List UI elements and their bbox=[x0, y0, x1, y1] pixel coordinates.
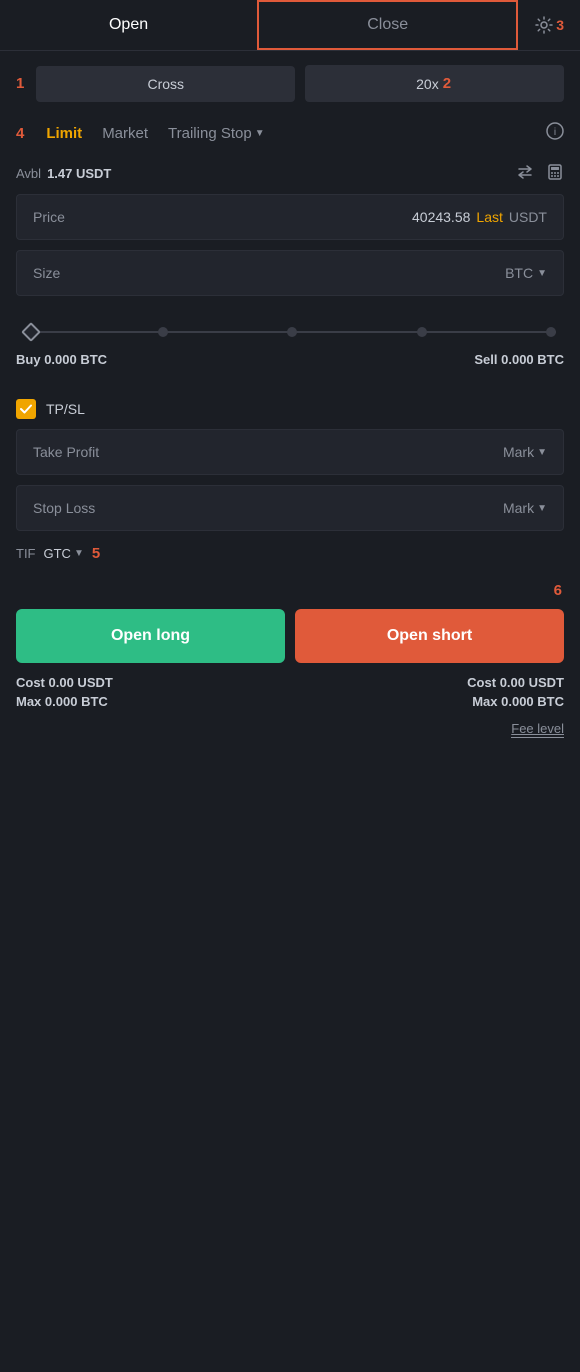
available-label: Avbl bbox=[16, 166, 41, 181]
stop-loss-chevron: ▼ bbox=[537, 503, 547, 514]
cost-short-value: 0.00 USDT bbox=[500, 675, 564, 690]
top-tabs: Open Close 3 bbox=[0, 0, 580, 51]
size-label: Size bbox=[33, 265, 60, 281]
available-value: 1.47 USDT bbox=[47, 166, 111, 181]
max-long-item: Max 0.000 BTC bbox=[16, 694, 108, 709]
cost-long-item: Cost 0.00 USDT bbox=[16, 675, 113, 690]
price-value: 40243.58 bbox=[412, 209, 470, 225]
max-row: Max 0.000 BTC Max 0.000 BTC bbox=[16, 694, 564, 709]
order-type-row: 4 Limit Market Trailing Stop ▼ i bbox=[16, 122, 564, 145]
tpsl-label: TP/SL bbox=[46, 401, 85, 417]
label-6: 6 bbox=[554, 582, 562, 599]
slider-buy-label: Buy 0.000 BTC bbox=[16, 352, 107, 367]
size-unit-chevron: ▼ bbox=[537, 268, 547, 279]
tif-value: GTC bbox=[44, 546, 71, 561]
slider-wrapper[interactable] bbox=[24, 320, 556, 344]
order-type-trailing-stop[interactable]: Trailing Stop ▼ bbox=[168, 125, 265, 142]
size-unit-value: BTC bbox=[505, 265, 533, 281]
tif-chevron: ▼ bbox=[74, 548, 84, 559]
slider-sell-label: Sell 0.000 BTC bbox=[474, 352, 564, 367]
leverage-button[interactable]: 20x 2 bbox=[305, 65, 564, 102]
cost-short-item: Cost 0.00 USDT bbox=[467, 675, 564, 690]
slider-point-50[interactable] bbox=[287, 327, 297, 337]
label-2: 2 bbox=[443, 75, 451, 92]
cost-row: Cost 0.00 USDT Cost 0.00 USDT bbox=[16, 675, 564, 690]
price-field[interactable]: Price 40243.58 Last USDT bbox=[16, 194, 564, 240]
stop-loss-label: Stop Loss bbox=[33, 500, 95, 516]
avbl-icons bbox=[516, 163, 564, 184]
max-long-value: 0.000 BTC bbox=[45, 694, 108, 709]
transfer-icon[interactable] bbox=[516, 163, 534, 184]
tif-row: TIF GTC ▼ 5 bbox=[16, 545, 564, 562]
open-short-button[interactable]: Open short bbox=[295, 609, 564, 663]
cost-long-value: 0.00 USDT bbox=[49, 675, 113, 690]
svg-text:i: i bbox=[554, 127, 556, 138]
size-field[interactable]: Size BTC ▼ bbox=[16, 250, 564, 296]
info-icon[interactable]: i bbox=[546, 122, 564, 145]
margin-type-button[interactable]: Cross bbox=[36, 66, 295, 102]
slider-handle-0[interactable] bbox=[21, 322, 41, 342]
price-unit: USDT bbox=[509, 209, 547, 225]
fee-level-row: Fee level bbox=[16, 721, 564, 758]
tpsl-checkbox[interactable] bbox=[16, 399, 36, 419]
trailing-stop-chevron: ▼ bbox=[255, 128, 265, 139]
take-profit-label: Take Profit bbox=[33, 444, 99, 460]
slider-buy-sell: Buy 0.000 BTC Sell 0.000 BTC bbox=[16, 352, 564, 367]
slider-buy-value: 0.000 BTC bbox=[44, 352, 107, 367]
margin-row: 1 Cross 20x 2 bbox=[16, 65, 564, 102]
slider-points bbox=[24, 320, 556, 344]
slider-sell-value: 0.000 BTC bbox=[501, 352, 564, 367]
label-1: 1 bbox=[16, 75, 24, 92]
take-profit-field[interactable]: Take Profit Mark ▼ bbox=[16, 429, 564, 475]
stop-loss-field[interactable]: Stop Loss Mark ▼ bbox=[16, 485, 564, 531]
label-4: 4 bbox=[16, 125, 24, 142]
label-5: 5 bbox=[92, 545, 100, 562]
available-row: Avbl 1.47 USDT bbox=[16, 163, 564, 184]
max-short-item: Max 0.000 BTC bbox=[472, 694, 564, 709]
stop-loss-mark-dropdown[interactable]: Mark ▼ bbox=[503, 500, 547, 516]
size-unit-dropdown[interactable]: BTC ▼ bbox=[505, 265, 547, 281]
settings-badge: 3 bbox=[556, 17, 564, 33]
order-type-limit[interactable]: Limit bbox=[46, 125, 82, 142]
take-profit-chevron: ▼ bbox=[537, 447, 547, 458]
tab-close[interactable]: Close bbox=[257, 0, 518, 50]
action-buttons: Open long Open short bbox=[16, 609, 564, 663]
fee-level-link[interactable]: Fee level bbox=[511, 721, 564, 738]
calculator-icon[interactable] bbox=[546, 163, 564, 184]
slider-container: Buy 0.000 BTC Sell 0.000 BTC bbox=[16, 306, 564, 385]
slider-point-25[interactable] bbox=[158, 327, 168, 337]
tif-label: TIF bbox=[16, 546, 36, 561]
tpsl-row: TP/SL bbox=[16, 399, 564, 419]
open-long-button[interactable]: Open long bbox=[16, 609, 285, 663]
max-short-value: 0.000 BTC bbox=[501, 694, 564, 709]
slider-point-100[interactable] bbox=[546, 327, 556, 337]
take-profit-mark-dropdown[interactable]: Mark ▼ bbox=[503, 444, 547, 460]
gear-icon bbox=[534, 15, 554, 35]
settings-button[interactable]: 3 bbox=[518, 1, 580, 49]
slider-point-75[interactable] bbox=[417, 327, 427, 337]
price-last: Last bbox=[476, 209, 502, 225]
price-label: Price bbox=[33, 209, 65, 225]
tab-open[interactable]: Open bbox=[0, 2, 257, 48]
tif-dropdown[interactable]: GTC ▼ bbox=[44, 546, 84, 561]
label-6-row: 6 bbox=[16, 582, 564, 599]
order-type-market[interactable]: Market bbox=[102, 125, 148, 142]
